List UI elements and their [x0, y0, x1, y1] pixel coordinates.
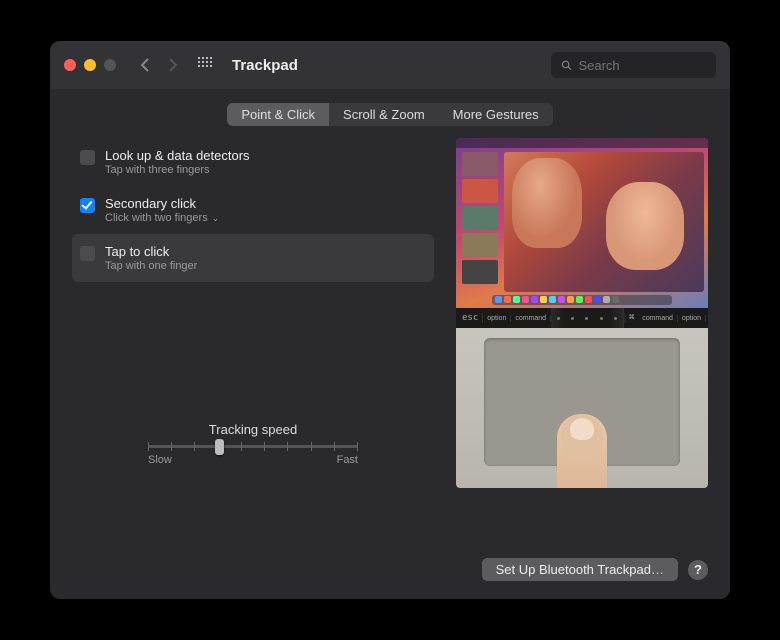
slider-thumb[interactable]	[215, 439, 224, 455]
touchbar-key: option	[678, 315, 706, 322]
checkbox-lookup[interactable]	[80, 150, 95, 165]
option-label: Secondary click	[105, 196, 219, 211]
close-button[interactable]	[64, 59, 76, 71]
checkbox-tap-to-click[interactable]	[80, 246, 95, 261]
preview-trackpad	[456, 328, 708, 488]
help-button[interactable]: ?	[688, 560, 708, 580]
touchbar-key: command	[638, 315, 678, 322]
titlebar: Trackpad	[50, 41, 730, 89]
preview-finger-icon	[557, 414, 607, 488]
content-area: Look up & data detectors Tap with three …	[50, 134, 730, 548]
show-all-icon[interactable]	[198, 57, 214, 73]
tab-point-click[interactable]: Point & Click	[227, 103, 329, 126]
option-sub: Tap with one finger	[105, 260, 197, 272]
touchbar-esc: esc	[458, 313, 483, 323]
search-input[interactable]	[578, 58, 706, 73]
search-field[interactable]	[551, 52, 716, 78]
slow-label: Slow	[148, 454, 172, 466]
window-title: Trackpad	[232, 57, 298, 74]
gesture-preview: esc option command ⌘ command option	[456, 138, 708, 538]
options-list: Look up & data detectors Tap with three …	[72, 138, 434, 538]
tracking-speed-section: Tracking speed Slow Fast	[72, 422, 434, 466]
tab-scroll-zoom[interactable]: Scroll & Zoom	[329, 103, 439, 126]
setup-bluetooth-button[interactable]: Set Up Bluetooth Trackpad…	[482, 558, 678, 581]
tab-segmented-control: Point & Click Scroll & Zoom More Gesture…	[227, 103, 552, 126]
tab-more-gestures[interactable]: More Gestures	[439, 103, 553, 126]
touchbar-key: option	[483, 315, 511, 322]
chevron-down-icon: ⌄	[212, 213, 220, 224]
forward-button[interactable]	[164, 56, 182, 74]
traffic-lights	[64, 59, 116, 71]
option-label: Tap to click	[105, 244, 197, 259]
touchbar-key: command	[511, 315, 551, 322]
option-lookup[interactable]: Look up & data detectors Tap with three …	[72, 138, 434, 186]
option-tap-to-click[interactable]: Tap to click Tap with one finger	[72, 234, 434, 282]
maximize-button	[104, 59, 116, 71]
tabs-row: Point & Click Scroll & Zoom More Gesture…	[50, 89, 730, 134]
search-icon	[561, 59, 572, 72]
tracking-speed-label: Tracking speed	[72, 422, 434, 437]
preferences-window: Trackpad Point & Click Scroll & Zoom Mor…	[50, 41, 730, 599]
tracking-speed-slider[interactable]	[148, 445, 358, 448]
back-button[interactable]	[136, 56, 154, 74]
fast-label: Fast	[337, 454, 358, 466]
option-sub-dropdown[interactable]: Click with two fingers ⌄	[105, 212, 219, 224]
nav-buttons	[136, 56, 182, 74]
footer: Set Up Bluetooth Trackpad… ?	[50, 548, 730, 599]
option-secondary-click[interactable]: Secondary click Click with two fingers ⌄	[72, 186, 434, 234]
option-sub: Tap with three fingers	[105, 164, 250, 176]
preview-screen	[456, 138, 708, 308]
minimize-button[interactable]	[84, 59, 96, 71]
option-label: Look up & data detectors	[105, 148, 250, 163]
preview-touchbar: esc option command ⌘ command option	[456, 308, 708, 328]
touchbar-key: ⌘	[624, 313, 638, 323]
checkbox-secondary-click[interactable]	[80, 198, 95, 213]
